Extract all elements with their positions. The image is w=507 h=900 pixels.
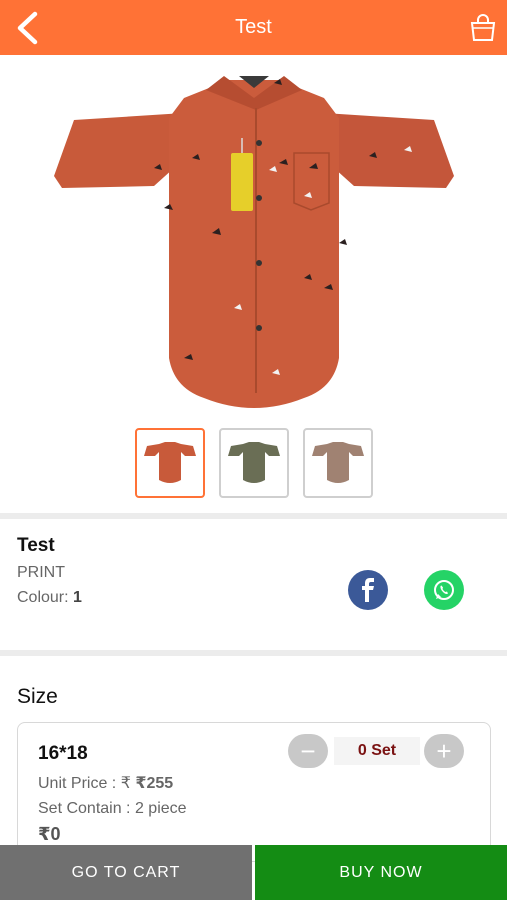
- section-divider: [0, 513, 507, 519]
- size-label: 16*18: [38, 743, 88, 764]
- set-contain: Set Contain : 2 piece: [38, 800, 187, 817]
- buy-now-button[interactable]: BUY NOW: [255, 845, 507, 900]
- facebook-icon: [362, 578, 374, 602]
- unit-price: Unit Price : ₹ ₹255: [38, 773, 173, 793]
- plus-icon: +: [436, 736, 452, 766]
- whatsapp-share-button[interactable]: [424, 570, 464, 610]
- product-name: Test: [17, 535, 55, 556]
- app-header: Test: [0, 0, 507, 55]
- line-total: ₹0: [38, 824, 61, 844]
- size-heading: Size: [17, 685, 58, 708]
- colour-value: 1: [73, 589, 82, 606]
- increase-quantity-button[interactable]: +: [424, 734, 464, 768]
- thumbnail-3[interactable]: [302, 428, 373, 498]
- bottom-action-bar: GO TO CART BUY NOW: [0, 845, 507, 900]
- whatsapp-icon: [434, 580, 454, 600]
- product-colour: Colour: 1: [17, 589, 82, 607]
- page-title: Test: [235, 16, 272, 38]
- product-type: PRINT: [17, 564, 65, 581]
- thumb-shirt: [311, 442, 364, 483]
- product-info: Test PRINT Colour: 1: [17, 535, 82, 607]
- thumbnail-1[interactable]: [134, 428, 205, 498]
- shirt-image: [53, 75, 454, 408]
- minus-icon: −: [300, 736, 316, 766]
- decrease-quantity-button[interactable]: −: [288, 734, 328, 768]
- facebook-share-button[interactable]: [348, 570, 388, 610]
- shopping-bag-icon: [470, 14, 496, 41]
- quantity-value: 0 Set: [334, 737, 420, 765]
- section-divider: [0, 650, 507, 656]
- colour-label: Colour:: [17, 589, 69, 606]
- unit-price-value: ₹255: [135, 775, 174, 792]
- shirt-thumbnail-image: [143, 442, 196, 483]
- product-image[interactable]: [0, 55, 507, 420]
- shirt-thumbnail-image: [311, 442, 364, 483]
- go-to-cart-button[interactable]: GO TO CART: [0, 845, 252, 900]
- thumb-shirt: [227, 442, 280, 483]
- thumbnail-strip: [0, 428, 507, 498]
- unit-price-label: Unit Price : ₹: [38, 775, 131, 792]
- cart-button[interactable]: [467, 10, 499, 44]
- thumbnail-2[interactable]: [218, 428, 289, 498]
- shirt-thumbnail-image: [227, 442, 280, 483]
- size-option-card: 16*18 Unit Price : ₹ ₹255 Set Contain : …: [17, 722, 491, 862]
- thumb-shirt: [143, 442, 196, 483]
